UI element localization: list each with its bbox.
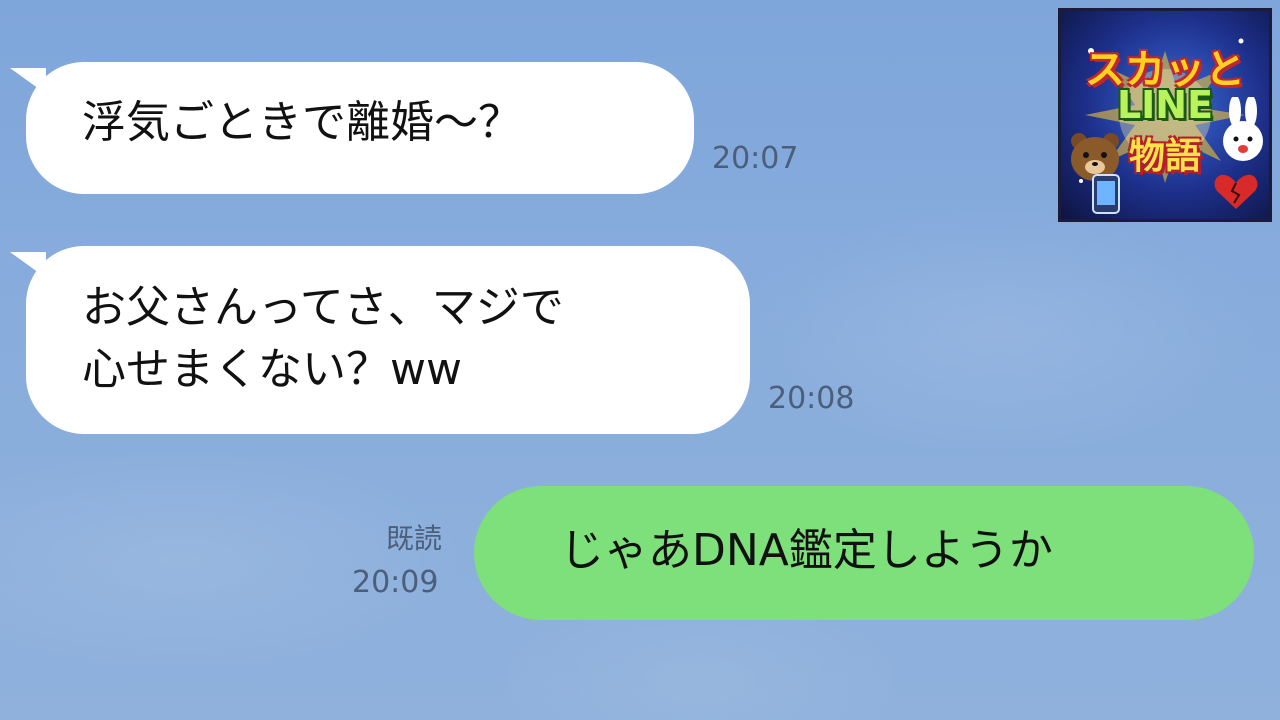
incoming-message-bubble[interactable]: お父さんってさ、マジで 心せまくない？ww: [10, 246, 750, 434]
read-receipt: 既読: [386, 522, 443, 555]
smartphone-icon: [1092, 174, 1120, 214]
message-text-line: 心せまくない？ww: [82, 344, 462, 395]
message-timestamp: 20:09: [352, 565, 439, 600]
channel-logo: スカッと LINE 物語: [1058, 8, 1272, 222]
message-timestamp: 20:08: [768, 381, 855, 416]
incoming-message-bubble[interactable]: 浮気ごときで離婚〜？: [10, 62, 694, 194]
broken-heart-icon: [1214, 174, 1258, 209]
rabbit-character-icon: [1223, 97, 1263, 161]
bubble-tail: [10, 68, 46, 94]
message-text: 浮気ごときで離婚〜？: [82, 97, 522, 148]
message-timestamp: 20:07: [712, 141, 799, 176]
bubble-tail: [10, 252, 46, 278]
message-text-line: お父さんってさ、マジで: [82, 282, 564, 333]
outgoing-message-bubble[interactable]: じゃあDNA鑑定しようか: [474, 486, 1254, 620]
message-text: じゃあDNA鑑定しようか: [560, 525, 1053, 576]
